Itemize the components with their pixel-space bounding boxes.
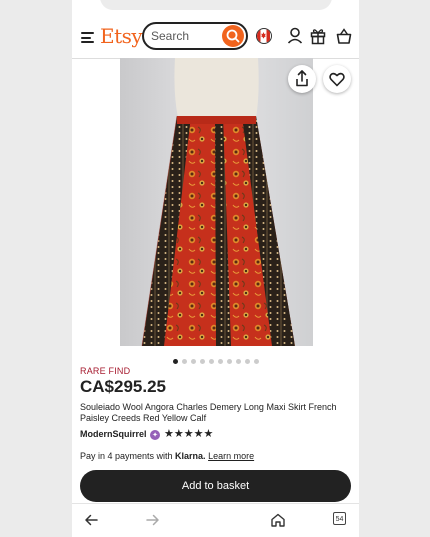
image-pagination[interactable] — [72, 351, 359, 364]
product-price: CA$295.25 — [80, 377, 167, 396]
learn-more-link[interactable]: Learn more — [208, 451, 254, 461]
etsy-logo[interactable]: Etsy — [100, 24, 143, 48]
pagination-dot[interactable] — [199, 359, 205, 364]
klarna-provider: Klarna. — [175, 451, 206, 461]
pagination-dot[interactable] — [217, 359, 223, 364]
tab-count-button[interactable]: 54 — [333, 512, 346, 525]
menu-icon[interactable] — [81, 32, 94, 43]
klarna-prefix: Pay in 4 payments with — [80, 451, 176, 461]
pagination-dot[interactable] — [208, 359, 214, 364]
pagination-dot[interactable] — [181, 359, 187, 364]
browser-bottom-bar: 54 — [72, 503, 359, 537]
star-seller-badge-icon: ✦ — [150, 430, 160, 440]
rare-find-badge: RARE FIND — [80, 366, 131, 376]
search-icon — [226, 29, 240, 43]
heart-icon — [329, 72, 345, 87]
product-image[interactable] — [120, 58, 313, 346]
site-header: Etsy Search — [72, 18, 359, 58]
share-button[interactable] — [288, 65, 316, 93]
forward-arrow-icon[interactable] — [145, 512, 161, 528]
pagination-dot[interactable] — [253, 359, 259, 364]
pagination-dot[interactable] — [244, 359, 250, 364]
pagination-dot[interactable] — [235, 359, 241, 364]
back-arrow-icon[interactable] — [83, 512, 99, 528]
basket-icon[interactable] — [336, 27, 352, 45]
account-icon[interactable] — [287, 27, 303, 45]
pagination-dot[interactable] — [226, 359, 232, 364]
product-title: Souleiado Wool Angora Charles Demery Lon… — [80, 402, 337, 423]
close-icon[interactable]: ✕ — [311, 0, 320, 1]
pagination-dot[interactable] — [172, 359, 178, 364]
shop-name-link[interactable]: ModernSquirrel — [80, 429, 147, 439]
browser-url-bar[interactable]: ✕ — [100, 0, 332, 10]
home-icon[interactable] — [270, 512, 286, 528]
pagination-dot[interactable] — [190, 359, 196, 364]
rating-stars[interactable]: ★★★★★ — [164, 427, 213, 440]
canada-flag-icon[interactable] — [256, 28, 272, 44]
search-button[interactable] — [222, 25, 244, 47]
phone-screen: ✕ Etsy Search — [72, 0, 359, 537]
klarna-payment-info: Pay in 4 payments with Klarna. Learn mor… — [80, 451, 254, 461]
search-placeholder: Search — [151, 29, 190, 43]
share-icon — [296, 70, 308, 87]
search-input[interactable]: Search — [142, 22, 248, 50]
add-to-basket-button[interactable]: Add to basket — [80, 470, 351, 502]
favorite-button[interactable] — [323, 65, 351, 93]
gift-icon[interactable] — [310, 27, 326, 45]
